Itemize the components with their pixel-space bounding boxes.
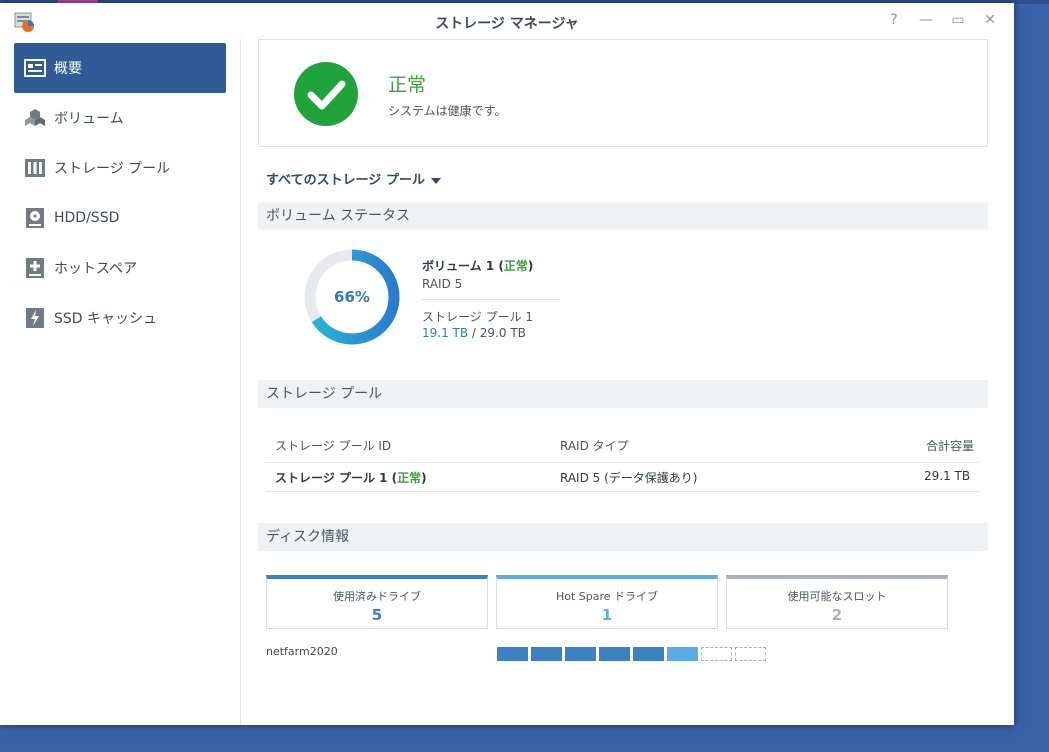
sidebar-item-overview[interactable]: 概要 (14, 43, 226, 93)
sidebar-item-ssd-cache[interactable]: SSD キャッシュ (14, 293, 226, 343)
status-title: 正常 (388, 74, 427, 96)
volume-name-text: ボリューム 1 (422, 259, 495, 273)
available-slots-count: 2 (831, 606, 843, 624)
volume-used: 19.1 TB (422, 326, 469, 340)
available-slots-label: 使用可能なスロット (787, 590, 887, 603)
sidebar: 概要 ボリューム ストレージ プール HDD/SSD ホットスペア SSD キャ… (0, 39, 241, 725)
volume-pool-name: ストレージ プール 1 (422, 310, 534, 324)
system-status-card: 正常 システムは健康です。 (258, 39, 988, 147)
help-icon[interactable]: ? (884, 12, 904, 28)
sidebar-item-hdd-ssd[interactable]: HDD/SSD (14, 193, 226, 243)
column-header-pool-id[interactable]: ストレージ プール ID (275, 437, 391, 454)
window-title: ストレージ マネージャ (435, 16, 579, 32)
sidebar-item-label: ホットスペア (54, 261, 138, 277)
storage-pool-filter-dropdown[interactable]: すべてのストレージ プール (266, 169, 441, 188)
storage-pool-icon (24, 157, 46, 179)
disk-slot-used[interactable] (599, 647, 630, 661)
title-bar[interactable]: ストレージ マネージャ ? — ▭ ✕ (0, 3, 1014, 39)
overview-icon (24, 57, 46, 79)
disk-slot-used[interactable] (633, 647, 664, 661)
maximize-icon[interactable]: ▭ (948, 12, 968, 28)
used-drives-label: 使用済みドライブ (333, 590, 421, 603)
sidebar-item-storage-pool[interactable]: ストレージ プール (14, 143, 226, 193)
hot-spare-drives-card: Hot Spare ドライブ 1 (496, 575, 718, 629)
sidebar-item-label: HDD/SSD (54, 210, 120, 226)
disk-slot-used[interactable] (531, 647, 562, 661)
volume-icon (24, 107, 46, 129)
minimize-icon[interactable]: — (916, 12, 936, 28)
column-header-capacity[interactable]: 合計容量 (926, 437, 974, 454)
hot-spare-drives-label: Hot Spare ドライブ (555, 590, 659, 603)
disk-slot-used[interactable] (565, 647, 596, 661)
pool-name-cell: ストレージ プール 1 (正常) (275, 471, 427, 485)
storage-pool-filter-label: すべてのストレージ プール (266, 173, 425, 188)
pool-name: ストレージ プール 1 (275, 471, 388, 485)
pool-raid-cell: RAID 5 (データ保護あり) (560, 471, 698, 485)
volume-raid-type: RAID 5 (422, 277, 463, 291)
sidebar-item-label: 概要 (54, 61, 82, 77)
volume-name[interactable]: ボリューム 1 (正常) (422, 257, 533, 274)
column-header-raid-type[interactable]: RAID タイプ (560, 437, 629, 454)
chevron-down-icon (430, 177, 441, 184)
storage-manager-window: ストレージ マネージャ ? — ▭ ✕ 概要 ボリューム ストレージ プール H… (0, 3, 1014, 725)
used-drives-count: 5 (371, 606, 383, 624)
overview-panel: 正常 システムは健康です。 すべてのストレージ プール ボリューム ステータス … (258, 39, 998, 725)
used-drives-card: 使用済みドライブ 5 (266, 575, 488, 629)
hdd-icon (24, 207, 46, 229)
status-message: システムは健康です。 (388, 104, 507, 118)
pool-state: 正常 (397, 471, 422, 485)
status-ok-icon (294, 62, 358, 126)
sidebar-item-hot-spare[interactable]: ホットスペア (14, 243, 226, 293)
disk-slot-used[interactable] (497, 647, 528, 661)
volume-total: 29.0 TB (479, 326, 526, 340)
volume-capacity: 19.1 TB / 29.0 TB (422, 326, 526, 340)
disk-slot-empty[interactable] (701, 647, 732, 661)
table-row-divider (266, 491, 980, 492)
hot-spare-drives-count: 1 (601, 606, 613, 624)
pool-capacity-cell: 29.1 TB (924, 469, 971, 483)
disk-info-header: ディスク情報 (258, 523, 988, 551)
sidebar-item-label: ボリューム (54, 111, 124, 127)
volume-usage-percent: 66% (334, 288, 370, 306)
available-slots-card: 使用可能なスロット 2 (726, 575, 948, 629)
storage-pool-header: ストレージ プール (258, 380, 988, 408)
close-icon[interactable]: ✕ (980, 12, 1000, 28)
disk-slot-spare[interactable] (667, 647, 698, 661)
volume-state: 正常 (503, 259, 528, 273)
sidebar-item-label: SSD キャッシュ (54, 311, 158, 327)
volume-status-header: ボリューム ステータス (258, 202, 988, 230)
nas-host-name: netfarm2020 (266, 645, 338, 658)
disk-slot-empty[interactable] (735, 647, 766, 661)
ssd-cache-icon (24, 307, 46, 329)
volume-divider (422, 299, 560, 300)
sidebar-item-volume[interactable]: ボリューム (14, 93, 226, 143)
hot-spare-icon (24, 257, 46, 279)
sidebar-item-label: ストレージ プール (54, 161, 171, 177)
table-header-divider (266, 462, 980, 463)
